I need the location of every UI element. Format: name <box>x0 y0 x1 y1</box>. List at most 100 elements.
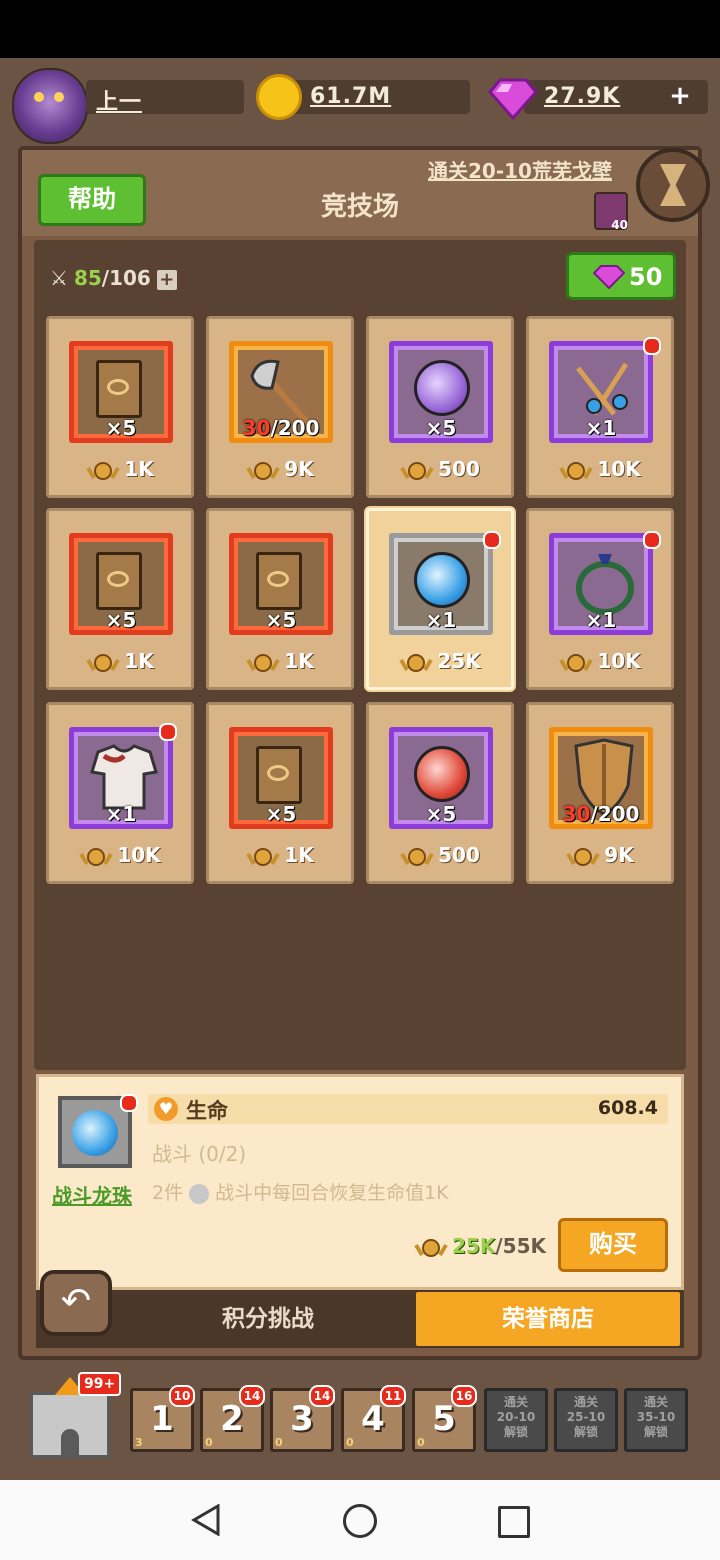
item-frame: 30/200 <box>549 727 653 829</box>
shop-item-card[interactable]: 30/200 9K <box>526 702 674 884</box>
stage-slot-5[interactable]: 5 16 0 <box>412 1385 477 1452</box>
shop-item-card[interactable]: ×5 1K <box>206 508 354 690</box>
item-frame: ×5 <box>389 727 493 829</box>
energy-max: /106 <box>101 266 151 290</box>
item-quantity: ×1 <box>105 802 137 826</box>
gold-amount: 61.7M <box>310 84 392 109</box>
slot-subcount: 0 <box>205 1436 213 1449</box>
heart-icon: ♥ <box>154 1097 178 1121</box>
item-frame: ×1 <box>69 727 173 829</box>
avatar-eye <box>54 92 64 102</box>
locked-slot-text: 通关 20-10 解锁 <box>496 1395 536 1439</box>
quest-link[interactable]: 通关20-10荒芜戈壁 <box>428 155 612 184</box>
stage-slot-4[interactable]: 4 11 0 <box>341 1385 406 1452</box>
slot-badge: 10 <box>169 1385 195 1407</box>
item-quantity: ×5 <box>425 416 457 440</box>
purchase-cost: 25K/55K <box>414 1234 546 1261</box>
shop-item-card[interactable]: ×5 1K <box>46 508 194 690</box>
stat-label: 生命 <box>186 1099 228 1123</box>
locked-slot[interactable]: 通关 35-10 解锁 <box>624 1388 688 1452</box>
refresh-cost: 50 <box>629 263 663 291</box>
honor-laurel-icon <box>86 653 120 672</box>
slot-badge: 14 <box>239 1385 265 1407</box>
stat-row: ♥ 生命 608.4 <box>148 1094 668 1124</box>
gem-amount: 27.9K <box>544 84 621 109</box>
item-quantity: ×5 <box>265 802 297 826</box>
slot-subcount: 3 <box>135 1436 143 1449</box>
item-frame: 30/200 <box>229 341 333 443</box>
add-energy-button[interactable]: + <box>156 270 177 290</box>
item-frame: ×5 <box>69 533 173 635</box>
stage-slot-3[interactable]: 3 14 0 <box>270 1385 335 1452</box>
stat-value: 608.4 <box>597 1097 658 1119</box>
item-price: 1K <box>49 457 191 484</box>
nav-recent-icon[interactable] <box>498 1506 530 1538</box>
set-bonus-count: 2件 <box>152 1182 184 1204</box>
nav-home-icon[interactable] <box>343 1504 377 1538</box>
blue-orb-icon <box>72 1110 118 1156</box>
shop-item-card[interactable]: ×5 500 <box>366 702 514 884</box>
chest-badge-count: 40 <box>611 218 628 232</box>
slot-badge: 16 <box>451 1385 477 1407</box>
item-price: 500 <box>369 843 511 870</box>
slot-subcount: 0 <box>346 1436 354 1449</box>
back-button[interactable]: ↶ <box>40 1270 112 1336</box>
skill-book-icon <box>96 360 142 418</box>
shop-item-card[interactable]: ×5 1K <box>206 702 354 884</box>
item-quantity: ×5 <box>265 608 297 632</box>
gold-pill: 61.7M <box>290 80 470 114</box>
shop-item-card[interactable]: ×1 10K <box>526 508 674 690</box>
honor-laurel-icon <box>400 461 434 480</box>
stage-slot-2[interactable]: 2 14 0 <box>200 1385 265 1452</box>
chest-badge[interactable]: 40 <box>594 192 628 232</box>
item-price: 1K <box>49 649 191 676</box>
locked-slot[interactable]: 通关 25-10 解锁 <box>554 1388 618 1452</box>
item-set-link[interactable]: 战斗龙珠 <box>52 1180 132 1209</box>
shop-item-card[interactable]: 30/200 9K <box>206 316 354 498</box>
item-price: 10K <box>49 843 191 870</box>
shop-item-card-selected[interactable]: ×1 25K <box>366 508 514 690</box>
buy-button[interactable]: 购买 <box>558 1218 668 1272</box>
item-quantity: ×5 <box>105 608 137 632</box>
energy-counter: ⚔ 85/106 + <box>50 266 177 290</box>
castle-icon[interactable] <box>30 1377 110 1458</box>
locked-slot[interactable]: 通关 20-10 解锁 <box>484 1388 548 1452</box>
shop-item-card[interactable]: ×5 500 <box>366 316 514 498</box>
item-price: 1K <box>209 649 351 676</box>
blue-orb-icon <box>414 552 470 608</box>
set-progress: 战斗 (0/2) <box>152 1142 247 1166</box>
stage-slot-1[interactable]: 1 10 3 <box>130 1385 195 1452</box>
item-price: 500 <box>369 457 511 484</box>
skill-book-icon <box>256 552 302 610</box>
honor-laurel-icon <box>79 847 114 866</box>
shop-item-card[interactable]: ×5 1K <box>46 316 194 498</box>
honor-laurel-icon <box>246 847 280 866</box>
player-avatar[interactable] <box>12 68 88 144</box>
honor-laurel-icon <box>246 461 280 480</box>
tab-honor-shop[interactable]: 荣誉商店 <box>416 1292 680 1346</box>
player-name-pill: 上一 <box>86 80 244 115</box>
shop-item-card[interactable]: ×1 10K <box>46 702 194 884</box>
status-bar <box>0 0 720 58</box>
skill-book-icon <box>96 552 142 610</box>
add-gems-button[interactable]: + <box>668 83 692 109</box>
slot-subcount: 0 <box>275 1436 283 1449</box>
item-price: 25K <box>369 649 511 676</box>
new-indicator-dot <box>643 531 661 549</box>
castle-badge: 99+ <box>78 1372 122 1396</box>
shop-item-card[interactable]: ×1 10K <box>526 316 674 498</box>
item-frame: ×1 <box>549 341 653 443</box>
page-title: 竞技场 <box>320 192 399 222</box>
refresh-shop-button[interactable]: 50 <box>566 252 676 300</box>
castle-door <box>61 1429 79 1455</box>
quest-hourglass-button[interactable] <box>636 148 710 222</box>
item-price: 9K <box>209 457 351 484</box>
gear-icon <box>189 1183 210 1204</box>
tab-points-challenge[interactable]: 积分挑战 <box>120 1292 416 1346</box>
energy-current: 85 <box>73 266 102 290</box>
item-frame: ×1 <box>549 533 653 635</box>
help-button[interactable]: 帮助 <box>38 174 146 226</box>
nav-back-icon[interactable] <box>190 1504 222 1536</box>
gem-icon <box>593 265 625 289</box>
new-indicator-dot <box>643 337 661 355</box>
